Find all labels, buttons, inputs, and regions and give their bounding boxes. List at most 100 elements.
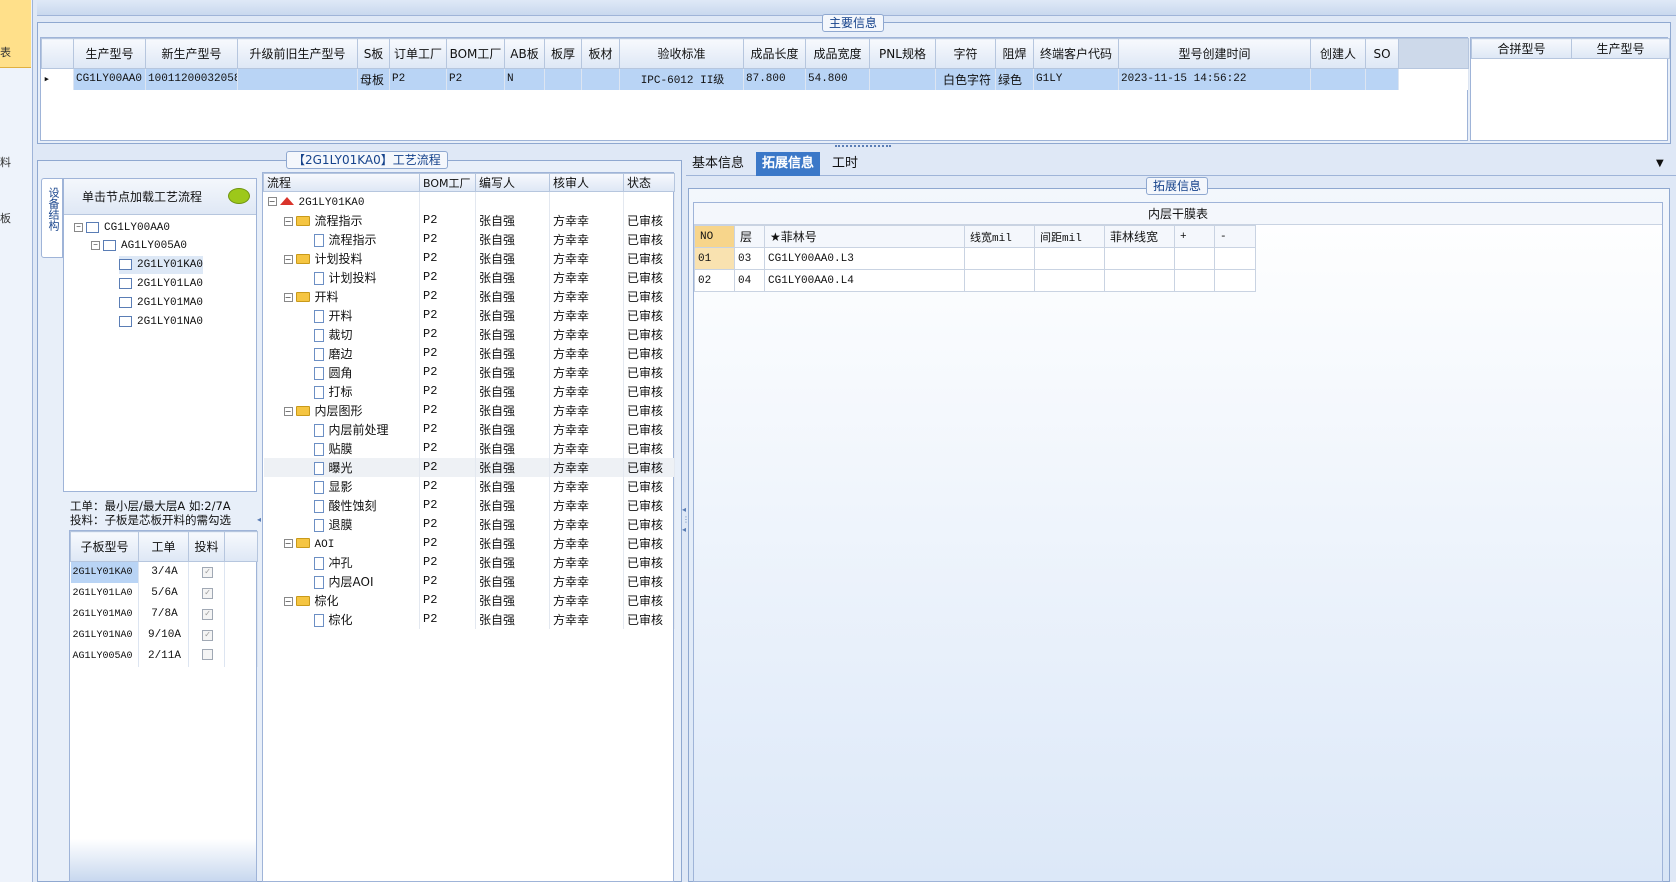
- writer-cell[interactable]: 张自强: [475, 305, 550, 325]
- reviewer-cell[interactable]: 方幸幸: [549, 362, 624, 382]
- status-cell[interactable]: 已审核: [623, 552, 675, 572]
- writer-cell[interactable]: 张自强: [475, 457, 550, 477]
- flow-row[interactable]: 内层AOI P2 张自强 方幸幸 已审核: [263, 571, 675, 591]
- tab-basic-info[interactable]: 基本信息: [686, 152, 750, 176]
- col-header[interactable]: 核审人: [549, 173, 624, 192]
- flow-row[interactable]: − AOI P2 张自强 方幸幸 已审核: [263, 533, 675, 553]
- reviewer-cell[interactable]: 方幸幸: [549, 210, 624, 230]
- col-header[interactable]: 合拼型号: [1471, 38, 1572, 59]
- sub-model-cell[interactable]: 2G1LY01LA0: [70, 582, 139, 604]
- table-row[interactable]: AG1LY005A0 2/11A: [70, 645, 258, 667]
- writer-cell[interactable]: 张自强: [475, 514, 550, 534]
- table-cell[interactable]: 54.800: [805, 68, 870, 90]
- tab-dropdown-icon[interactable]: ▼: [1656, 158, 1664, 169]
- table-cell[interactable]: [1214, 247, 1256, 270]
- writer-cell[interactable]: 张自强: [475, 286, 550, 306]
- writer-cell[interactable]: 张自强: [475, 229, 550, 249]
- table-cell[interactable]: CG1LY00AA0.L4: [764, 269, 965, 292]
- writer-cell[interactable]: 张自强: [475, 495, 550, 515]
- reviewer-cell[interactable]: 方幸幸: [549, 609, 624, 629]
- writer-cell[interactable]: 张自强: [475, 438, 550, 458]
- writer-cell[interactable]: 张自强: [475, 381, 550, 401]
- collapse-icon[interactable]: −: [74, 222, 83, 232]
- flow-name-cell[interactable]: 棕化: [263, 609, 420, 629]
- table-cell[interactable]: [1214, 269, 1256, 292]
- col-header[interactable]: 工单: [138, 531, 189, 562]
- collapse-icon[interactable]: −: [283, 406, 293, 416]
- writer-cell[interactable]: 张自强: [475, 552, 550, 572]
- flow-row[interactable]: − 棕化 P2 张自强 方幸幸 已审核: [263, 590, 675, 610]
- flow-name-cell[interactable]: − 流程指示: [263, 210, 420, 230]
- col-header[interactable]: 生产型号: [1571, 38, 1670, 59]
- col-header[interactable]: 验收标准: [619, 38, 744, 69]
- status-cell[interactable]: 已审核: [623, 229, 675, 249]
- sub-model-cell[interactable]: AG1LY005A0: [70, 645, 139, 667]
- reviewer-cell[interactable]: 方幸幸: [549, 400, 624, 420]
- bom-factory-cell[interactable]: P2: [419, 609, 476, 629]
- reviewer-cell[interactable]: 方幸幸: [549, 305, 624, 325]
- flow-name-cell[interactable]: − 棕化: [263, 590, 420, 610]
- flow-row[interactable]: 磨边 P2 张自强 方幸幸 已审核: [263, 343, 675, 363]
- sub-model-cell[interactable]: 2G1LY01MA0: [70, 603, 139, 625]
- status-cell[interactable]: [623, 191, 675, 211]
- table-cell[interactable]: 02: [694, 269, 735, 292]
- flow-name-cell[interactable]: 圆角: [263, 362, 420, 382]
- table-cell[interactable]: CG1LY00AA0: [73, 68, 146, 90]
- flow-name-cell[interactable]: − AOI: [263, 533, 420, 553]
- status-cell[interactable]: 已审核: [623, 419, 675, 439]
- bom-factory-cell[interactable]: P2: [419, 362, 476, 382]
- flow-row[interactable]: − 内层图形 P2 张自强 方幸幸 已审核: [263, 400, 675, 420]
- col-header[interactable]: 菲林线宽: [1104, 225, 1175, 248]
- col-header[interactable]: 层: [734, 225, 765, 248]
- col-header[interactable]: 生产型号: [73, 38, 146, 69]
- col-header[interactable]: AB板: [504, 38, 545, 69]
- sub-model-cell[interactable]: 2G1LY01NA0: [70, 624, 139, 646]
- collapse-icon[interactable]: −: [283, 254, 293, 264]
- bom-factory-cell[interactable]: P2: [419, 248, 476, 268]
- table-cell[interactable]: [1034, 247, 1105, 270]
- writer-cell[interactable]: 张自强: [475, 571, 550, 591]
- feed-checkbox[interactable]: [202, 648, 213, 660]
- writer-cell[interactable]: 张自强: [475, 248, 550, 268]
- status-cell[interactable]: 已审核: [623, 609, 675, 629]
- splitter-arrow-icon[interactable]: ◂: [257, 515, 261, 524]
- table-cell[interactable]: [1174, 247, 1215, 270]
- flow-row[interactable]: 开料 P2 张自强 方幸幸 已审核: [263, 305, 675, 325]
- status-cell[interactable]: 已审核: [623, 514, 675, 534]
- writer-cell[interactable]: 张自强: [475, 419, 550, 439]
- tree-node[interactable]: 2G1LY01MA0: [119, 294, 203, 312]
- tab-extended-info[interactable]: 拓展信息: [756, 152, 821, 176]
- col-header[interactable]: BOM工厂: [419, 173, 476, 192]
- table-cell[interactable]: [1034, 269, 1105, 292]
- table-row[interactable]: 2G1LY01NA0 9/10A ✓: [70, 624, 258, 646]
- table-cell[interactable]: 10011200032058: [145, 68, 238, 90]
- flow-row[interactable]: − 流程指示 P2 张自强 方幸幸 已审核: [263, 210, 675, 230]
- table-cell[interactable]: 03: [734, 247, 765, 270]
- reviewer-cell[interactable]: 方幸幸: [549, 343, 624, 363]
- table-cell[interactable]: CG1LY00AA0.L3: [764, 247, 965, 270]
- collapse-icon[interactable]: −: [283, 596, 293, 606]
- status-cell[interactable]: 已审核: [623, 343, 675, 363]
- writer-cell[interactable]: 张自强: [475, 210, 550, 230]
- flow-row[interactable]: 打标 P2 张自强 方幸幸 已审核: [263, 381, 675, 401]
- table-cell[interactable]: [1104, 269, 1175, 292]
- tab-work-hours[interactable]: 工时: [826, 152, 864, 176]
- bom-factory-cell[interactable]: P2: [419, 571, 476, 591]
- col-header[interactable]: 板材: [581, 38, 620, 69]
- bom-factory-cell[interactable]: P2: [419, 229, 476, 249]
- writer-cell[interactable]: [475, 191, 550, 211]
- flow-row[interactable]: 退膜 P2 张自强 方幸幸 已审核: [263, 514, 675, 534]
- col-header[interactable]: 间距mil: [1034, 225, 1105, 248]
- table-row[interactable]: 2G1LY01MA0 7/8A ✓: [70, 603, 258, 625]
- flow-row[interactable]: 冲孔 P2 张自强 方幸幸 已审核: [263, 552, 675, 572]
- flow-name-cell[interactable]: 酸性蚀刻: [263, 495, 420, 515]
- flow-name-cell[interactable]: 计划投料: [263, 267, 420, 287]
- sub-order-cell[interactable]: 3/4A: [138, 561, 189, 583]
- bom-factory-cell[interactable]: P2: [419, 305, 476, 325]
- side-tab-structure[interactable]: 设备结构: [41, 178, 63, 258]
- sub-order-cell[interactable]: 5/6A: [138, 582, 189, 604]
- add-button[interactable]: +: [1174, 225, 1215, 248]
- bom-factory-cell[interactable]: P2: [419, 495, 476, 515]
- bom-factory-cell[interactable]: P2: [419, 210, 476, 230]
- bom-factory-cell[interactable]: P2: [419, 438, 476, 458]
